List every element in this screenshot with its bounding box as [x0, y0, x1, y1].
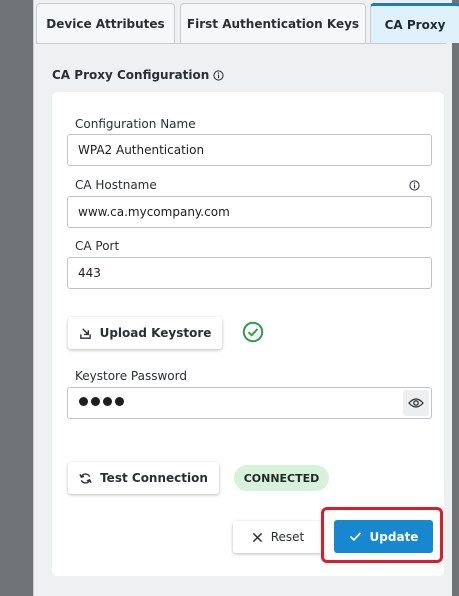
tab-ca-proxy[interactable]: CA Proxy — [370, 3, 459, 43]
upload-keystore-label: Upload Keystore — [99, 326, 212, 340]
reset-button[interactable]: Reset — [233, 521, 323, 553]
ca-port-label: CA Port — [75, 239, 120, 253]
ca-hostname-label: CA Hostname — [75, 178, 157, 192]
test-connection-label: Test Connection — [100, 471, 208, 485]
status-badge: CONNECTED — [234, 465, 329, 491]
tab-first-authentication-keys[interactable]: First Authentication Keys — [180, 3, 366, 43]
check-circle-icon — [242, 321, 264, 343]
tab-device-attributes[interactable]: Device Attributes — [36, 3, 175, 43]
config-name-input[interactable] — [67, 134, 432, 166]
upload-keystore-button[interactable]: Upload Keystore — [68, 317, 222, 349]
keystore-password-label: Keystore Password — [75, 369, 187, 383]
info-icon[interactable] — [409, 180, 420, 191]
config-name-label: Configuration Name — [75, 117, 196, 131]
keystore-password-input[interactable] — [67, 387, 432, 419]
info-icon[interactable] — [213, 69, 224, 81]
reset-label: Reset — [270, 530, 305, 544]
password-mask — [79, 397, 124, 406]
upload-icon — [79, 327, 91, 339]
close-icon — [252, 532, 262, 542]
section-header: CA Proxy Configuration — [52, 68, 224, 82]
section-title: CA Proxy Configuration — [52, 68, 210, 82]
refresh-icon — [79, 472, 92, 484]
update-highlight — [321, 507, 443, 563]
test-connection-button[interactable]: Test Connection — [68, 462, 219, 494]
ca-port-input[interactable] — [67, 257, 432, 289]
ca-hostname-input[interactable] — [67, 196, 432, 228]
tab-divider — [36, 43, 446, 44]
eye-icon[interactable] — [403, 390, 429, 416]
